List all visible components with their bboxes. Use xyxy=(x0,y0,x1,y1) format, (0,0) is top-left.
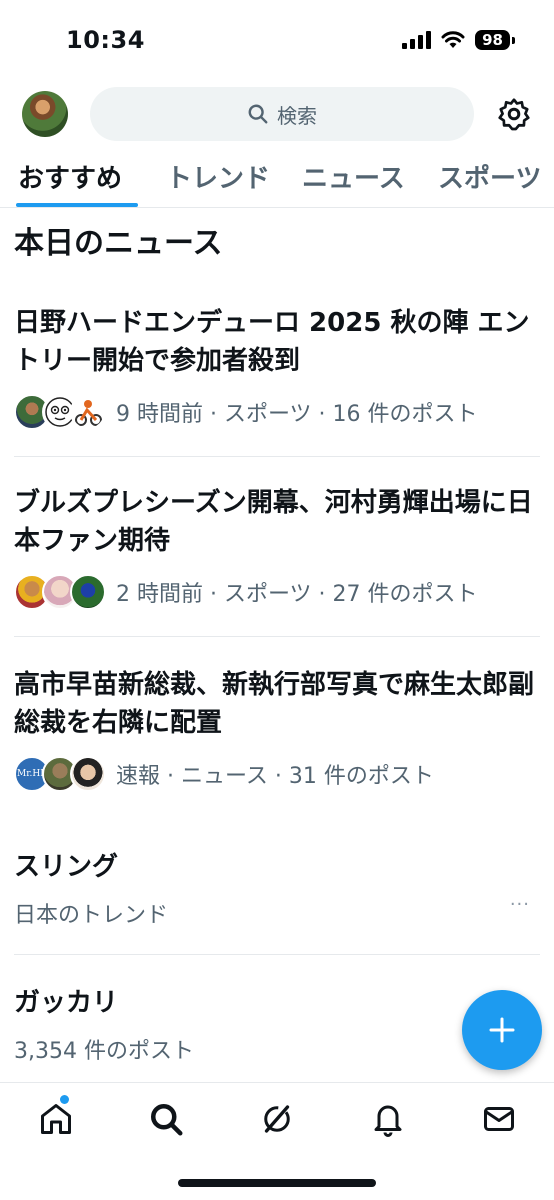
active-tab-indicator xyxy=(16,203,138,207)
news-meta-text: 9 時間前 · スポーツ · 16 件のポスト xyxy=(116,402,478,427)
avatar xyxy=(70,574,106,610)
news-meta: 2 時間前 · スポーツ · 27 件のポスト xyxy=(14,572,540,612)
explore-icon[interactable] xyxy=(148,1101,184,1137)
news-meta-text: 速報 · ニュース · 31 件のポスト xyxy=(116,764,434,789)
status-time: 10:34 xyxy=(66,26,145,54)
status-bar: 10:34 98 xyxy=(0,0,554,80)
tab-recommended[interactable]: おすすめ xyxy=(18,158,122,195)
avatar-stack xyxy=(14,572,106,612)
avatar-stack: Mr.HR xyxy=(14,754,106,794)
divider xyxy=(14,954,540,955)
avatar xyxy=(70,394,106,430)
plus-icon xyxy=(489,1017,515,1043)
news-item[interactable]: ブルズプレシーズン開幕、河村勇輝出場に日本ファン期待 2 時間前 · スポーツ … xyxy=(14,484,540,612)
news-meta-text: 2 時間前 · スポーツ · 27 件のポスト xyxy=(116,582,478,607)
gear-icon[interactable] xyxy=(496,96,532,132)
top-header: 検索 xyxy=(0,86,554,142)
news-meta: 9 時間前 · スポーツ · 16 件のポスト xyxy=(14,392,540,432)
divider xyxy=(14,636,540,637)
compose-post-button[interactable] xyxy=(462,990,542,1070)
battery-indicator: 98 xyxy=(475,30,515,50)
avatar xyxy=(70,756,106,792)
search-input[interactable]: 検索 xyxy=(90,87,474,141)
cellular-signal-icon xyxy=(402,31,432,49)
search-placeholder: 検索 xyxy=(277,103,317,128)
home-icon[interactable] xyxy=(38,1101,74,1137)
notifications-icon[interactable] xyxy=(370,1101,406,1137)
home-indicator-bar xyxy=(178,1179,376,1187)
wifi-icon xyxy=(441,31,465,48)
tab-news[interactable]: ニュース xyxy=(302,158,405,195)
tab-sports[interactable]: スポーツ xyxy=(438,158,541,195)
bottom-navigation xyxy=(0,1082,554,1200)
home-notification-dot xyxy=(60,1095,69,1104)
profile-avatar[interactable] xyxy=(22,91,68,137)
section-title: 本日のニュース xyxy=(14,226,223,261)
tab-trending[interactable]: トレンド xyxy=(166,158,270,195)
divider xyxy=(14,456,540,457)
trend-subtitle: 3,354 件のポスト xyxy=(14,1039,194,1064)
news-item[interactable]: 高市早苗新総裁、新執行部写真で麻生太郎副総裁を右隣に配置 Mr.HR 速報 · … xyxy=(14,666,540,794)
trend-subtitle: 日本のトレンド xyxy=(14,903,169,928)
news-title: 日野ハードエンデューロ 2025 秋の陣 エントリー開始で参加者殺到 xyxy=(14,308,530,376)
news-meta: Mr.HR 速報 · ニュース · 31 件のポスト xyxy=(14,754,540,794)
status-indicators: 98 xyxy=(402,30,515,50)
news-item[interactable]: 日野ハードエンデューロ 2025 秋の陣 エントリー開始で参加者殺到 9 時間前… xyxy=(14,304,540,432)
trend-name: スリング xyxy=(14,852,119,882)
trend-item[interactable]: スリング 日本のトレンド ··· xyxy=(14,846,540,936)
grok-icon[interactable] xyxy=(259,1101,295,1137)
tab-bar: おすすめ トレンド ニュース スポーツ xyxy=(0,150,554,208)
news-title: 高市早苗新総裁、新執行部写真で麻生太郎副総裁を右隣に配置 xyxy=(14,670,535,738)
messages-icon[interactable] xyxy=(481,1101,517,1137)
news-title: ブルズプレシーズン開幕、河村勇輝出場に日本ファン期待 xyxy=(14,488,533,556)
more-options-icon[interactable]: ··· xyxy=(510,894,530,915)
avatar-stack xyxy=(14,392,106,432)
search-icon xyxy=(248,104,268,124)
trend-name: ガッカリ xyxy=(14,988,119,1018)
